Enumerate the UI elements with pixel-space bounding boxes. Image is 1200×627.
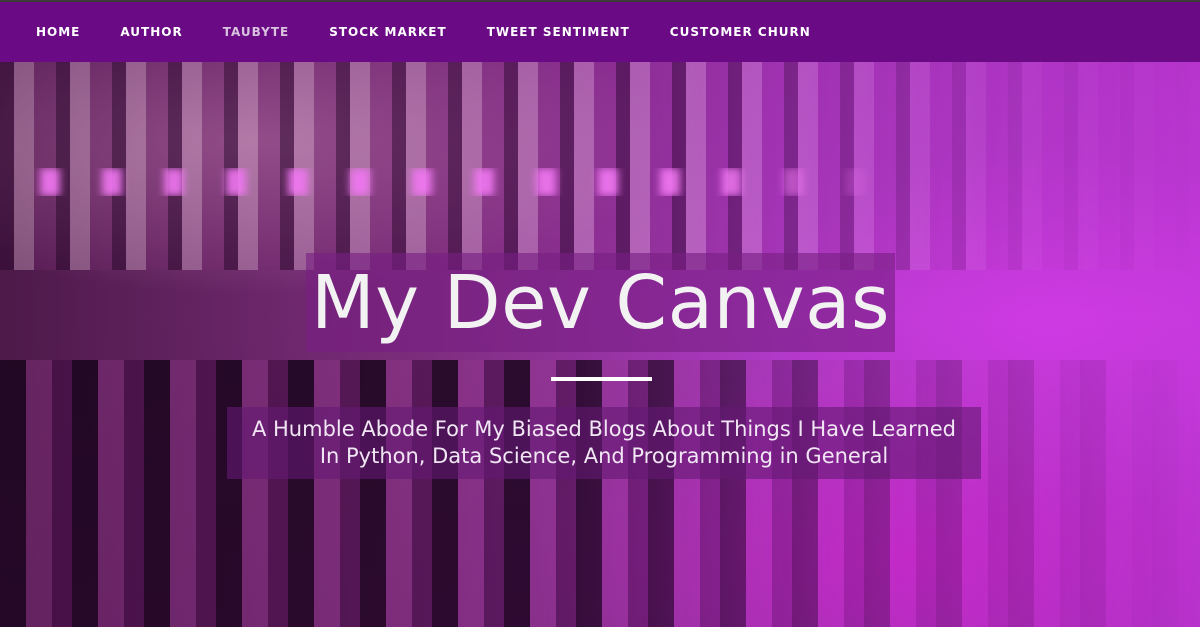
site-title: My Dev Canvas (310, 259, 891, 346)
nav-item-home[interactable]: HOME (16, 2, 100, 62)
page: HOME AUTHOR TAUBYTE STOCK MARKET TWEET S… (0, 0, 1200, 627)
nav-item-tweet-sentiment[interactable]: TWEET SENTIMENT (467, 2, 650, 62)
site-subtitle-line-2: In Python, Data Science, And Programming… (319, 444, 889, 468)
nav-item-customer-churn[interactable]: CUSTOMER CHURN (650, 2, 831, 62)
nav-item-stock-market[interactable]: STOCK MARKET (309, 2, 466, 62)
site-title-box: My Dev Canvas (306, 253, 895, 352)
nav-item-author[interactable]: AUTHOR (100, 2, 202, 62)
site-subtitle-line-1: A Humble Abode For My Biased Blogs About… (251, 417, 957, 441)
nav-menu: HOME AUTHOR TAUBYTE STOCK MARKET TWEET S… (0, 2, 1200, 62)
site-subtitle-box: A Humble Abode For My Biased Blogs About… (227, 407, 981, 479)
title-divider (551, 377, 652, 381)
nav-item-taubyte[interactable]: TAUBYTE (203, 2, 309, 62)
site-subtitle: A Humble Abode For My Biased Blogs About… (234, 416, 974, 470)
top-navbar: HOME AUTHOR TAUBYTE STOCK MARKET TWEET S… (0, 0, 1200, 62)
